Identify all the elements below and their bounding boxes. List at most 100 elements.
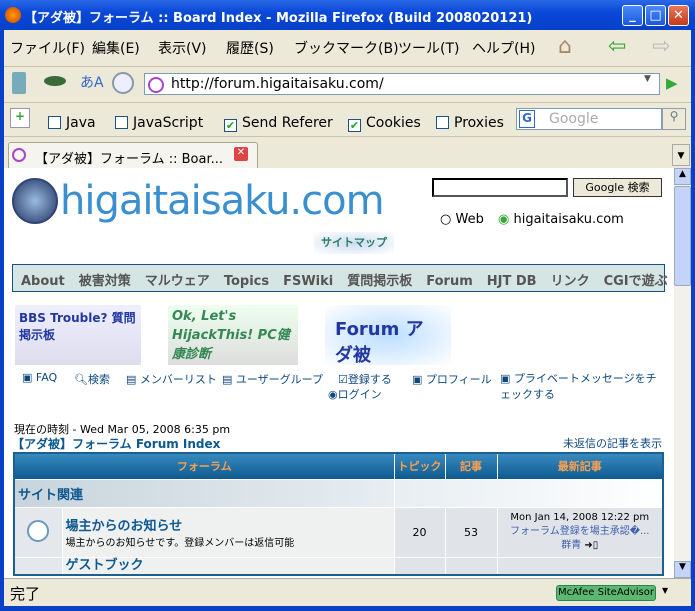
- toggle-cookies[interactable]: ✔ Cookies: [348, 115, 421, 132]
- category-site[interactable]: サイト関連: [13, 478, 395, 508]
- last-post-date: Mon Jan 14, 2008 12:22 pm: [510, 512, 650, 523]
- last-post-title[interactable]: フォーラム登録を場主承認�...: [498, 525, 663, 539]
- forum-name[interactable]: ゲストブック: [66, 558, 394, 574]
- nav-links[interactable]: リンク: [551, 274, 590, 289]
- tab-title: 【アダ被】フォーラム :: Boar...: [35, 152, 224, 167]
- forum-name[interactable]: 場主からのお知らせ: [66, 515, 394, 534]
- banner-bbs[interactable]: BBS Trouble? 質問掲示板: [15, 305, 141, 365]
- forum-index-link[interactable]: 【アダ被】フォーラム Forum Index: [12, 435, 220, 452]
- home-icon[interactable]: ⌂: [558, 34, 572, 59]
- url-dropdown-icon[interactable]: ▼: [644, 74, 651, 84]
- usergroups-link[interactable]: ▤ ユーザーグループ: [222, 371, 323, 387]
- forum-desc: 場主からのお知らせです。登録メンバーは返信可能: [65, 538, 295, 549]
- toggle-proxies[interactable]: Proxies: [436, 115, 504, 131]
- nav-topics[interactable]: Topics: [224, 274, 269, 289]
- menu-file[interactable]: ファイル(F): [10, 38, 85, 58]
- link-text: FAQ: [35, 371, 58, 384]
- toggle-label: Proxies: [454, 115, 504, 131]
- link-text: プライベートメッセージをチェックする: [500, 372, 657, 401]
- tab-list-button[interactable]: ▼: [672, 144, 690, 166]
- post-count: 53: [444, 506, 498, 558]
- page-content: higaitaisaku.com Google 検索 ○ Web ◉ higai…: [4, 168, 674, 578]
- google-search-button[interactable]: Google 検索: [573, 178, 662, 197]
- toggle-label: Send Referer: [242, 115, 333, 131]
- link-text: メンバーリスト: [139, 373, 217, 386]
- pm-link[interactable]: ▣ プライベートメッセージをチェックする: [500, 371, 664, 403]
- site-logo-icon: [12, 178, 58, 224]
- login-link[interactable]: ◉ログイン: [328, 386, 382, 402]
- history-clock-icon[interactable]: [112, 72, 134, 94]
- link-text: ログイン: [337, 388, 382, 401]
- header-last-post: 最新記事: [496, 452, 664, 480]
- menu-edit[interactable]: 編集(E): [92, 38, 140, 58]
- google-search-input[interactable]: Google: [516, 108, 662, 130]
- toggle-label: Java: [66, 115, 96, 131]
- close-button[interactable]: ✕: [668, 5, 689, 26]
- register-link[interactable]: ☑登録する: [338, 371, 392, 387]
- leaf-icon[interactable]: [44, 76, 66, 86]
- view-latest-post-icon[interactable]: ➜▯: [584, 540, 598, 551]
- link-text: 検索: [87, 373, 110, 386]
- topic-count: 20: [393, 506, 446, 558]
- toggle-send-referer[interactable]: ✔ Send Referer: [224, 115, 333, 132]
- nav-forum[interactable]: Forum: [426, 274, 473, 289]
- minimize-button[interactable]: _: [622, 5, 643, 26]
- menu-history[interactable]: 履歴(S): [226, 38, 274, 58]
- toggle-label: JavaScript: [133, 115, 204, 131]
- firefox-icon: [5, 7, 21, 23]
- toggle-java[interactable]: Java: [48, 115, 96, 131]
- siteadvisor-button[interactable]: McAfee SiteAdvisor: [556, 585, 656, 601]
- nav-fswiki[interactable]: FSWiki: [283, 274, 333, 289]
- sitemap-link[interactable]: サイトマップ: [314, 232, 394, 254]
- browser-chrome: ファイル(F) 編集(E) 表示(V) 履歴(S) ブックマーク(B) ツール(…: [4, 30, 691, 168]
- nav-malware[interactable]: マルウェア: [145, 274, 210, 289]
- tab-forum[interactable]: 【アダ被】フォーラム :: Boar...: [8, 142, 258, 168]
- go-icon[interactable]: ▶: [666, 74, 678, 92]
- link-text: プロフィール: [425, 373, 492, 386]
- menu-view[interactable]: 表示(V): [158, 38, 207, 58]
- toggle-javascript[interactable]: JavaScript: [115, 115, 203, 131]
- forum-read-icon: [13, 506, 63, 558]
- siteadvisor-dropdown-icon[interactable]: ▼: [662, 586, 668, 595]
- vertical-scrollbar[interactable]: ▲ ▼: [674, 168, 691, 578]
- banner-forum[interactable]: Forum アダ被: [325, 305, 451, 365]
- magnifier-icon[interactable]: ⚲: [662, 108, 686, 130]
- scroll-down-button[interactable]: ▼: [674, 561, 691, 578]
- menu-help[interactable]: ヘルプ(H): [472, 38, 535, 58]
- bookmarks-icon[interactable]: [12, 72, 26, 94]
- nav-countermeasures[interactable]: 被害対策: [79, 274, 131, 289]
- menu-tools[interactable]: ツール(T): [398, 38, 459, 58]
- faq-link[interactable]: ▣ FAQ: [22, 371, 57, 384]
- site-favicon: [148, 77, 164, 93]
- scroll-thumb[interactable]: [674, 186, 691, 286]
- site-logo[interactable]: higaitaisaku.com: [60, 178, 385, 224]
- menu-bookmarks[interactable]: ブックマーク(B): [294, 38, 399, 58]
- header-forum: フォーラム: [13, 452, 395, 480]
- nav-hjtdb[interactable]: HJT DB: [487, 274, 537, 289]
- toggle-label: Cookies: [366, 115, 421, 131]
- banner-hijackthis[interactable]: Ok, Let's HijackThis! PC健康診断: [168, 305, 298, 365]
- maximize-button[interactable]: □: [645, 5, 666, 26]
- last-post-user[interactable]: 群青: [561, 540, 581, 551]
- radio-web[interactable]: ○ Web: [440, 212, 484, 227]
- profile-link[interactable]: ▣ プロフィール: [412, 371, 492, 387]
- search-link[interactable]: 🔍︎検索: [74, 371, 110, 387]
- back-icon[interactable]: ⇦: [608, 34, 626, 59]
- site-search-input[interactable]: [432, 178, 568, 197]
- scroll-up-button[interactable]: ▲: [674, 168, 691, 185]
- header-topics: トピック: [393, 452, 446, 480]
- tab-favicon: [12, 148, 26, 162]
- add-icon[interactable]: +: [10, 108, 30, 128]
- translate-icon[interactable]: あA: [80, 72, 104, 92]
- url-bar[interactable]: http://forum.higaitaisaku.com/: [144, 73, 660, 95]
- unanswered-link[interactable]: 未返信の記事を表示: [563, 435, 662, 451]
- google-engine-icon[interactable]: G: [519, 110, 535, 128]
- forward-icon[interactable]: ⇨: [652, 34, 670, 59]
- nav-qa-board[interactable]: 質問掲示板: [347, 274, 412, 289]
- nav-cgi[interactable]: CGIで遊ぶ: [604, 274, 668, 289]
- header-posts: 記事: [444, 452, 498, 480]
- nav-about[interactable]: About: [21, 274, 65, 289]
- tab-close-icon[interactable]: ✕: [234, 147, 248, 161]
- radio-site[interactable]: ◉ higaitaisaku.com: [498, 212, 624, 227]
- memberlist-link[interactable]: ▤ メンバーリスト: [126, 371, 217, 387]
